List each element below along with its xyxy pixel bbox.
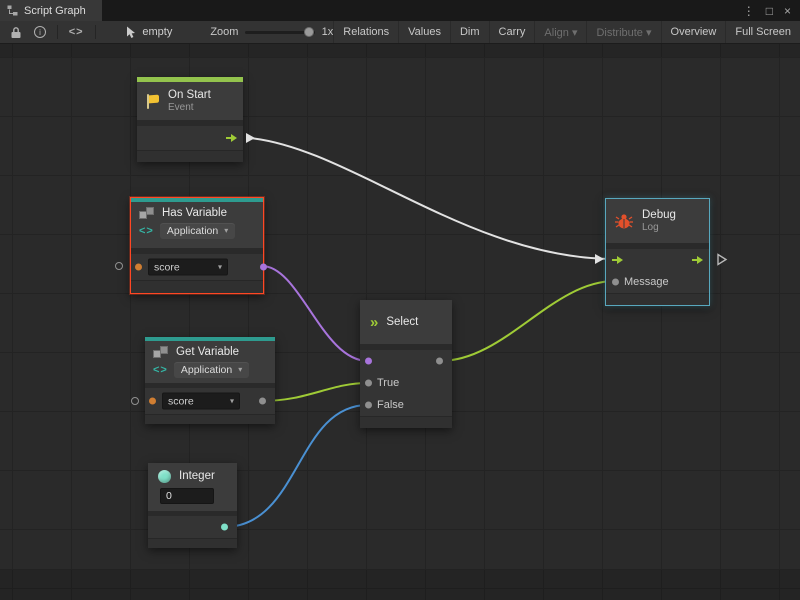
message-label: Message: [624, 276, 669, 288]
selection-output-port[interactable]: [436, 358, 443, 365]
wire-start-arrow: [246, 133, 255, 143]
toolbar-separator: [57, 25, 58, 39]
graph-toolbar: i <> empty Zoom 1x Relations Values Dim …: [0, 21, 800, 44]
node-select[interactable]: » Select True False: [360, 300, 452, 428]
variable-boxes-icon: [153, 346, 170, 359]
value-output-port[interactable]: [221, 524, 228, 531]
wire-end-arrow: [595, 254, 604, 264]
maximize-icon[interactable]: □: [766, 5, 773, 17]
variable-name-input-port[interactable]: [149, 398, 156, 405]
node-title: Debug: [642, 208, 676, 222]
window-controls: ⋮ □ ×: [743, 0, 800, 21]
overview-button[interactable]: Overview: [661, 21, 726, 43]
variable-name-input-port[interactable]: [135, 264, 142, 271]
selection-label: empty: [142, 26, 172, 38]
node-subtitle: Log: [642, 222, 676, 234]
title-bar: Script Graph ⋮ □ ×: [0, 0, 800, 21]
flow-output-port[interactable]: [692, 256, 703, 264]
node-title: Select: [386, 315, 418, 329]
condition-input-port[interactable]: [365, 358, 372, 365]
lock-icon[interactable]: [4, 21, 28, 43]
values-button[interactable]: Values: [398, 21, 450, 43]
result-output-port[interactable]: [260, 264, 267, 271]
continue-flow-outline-arrow: [716, 253, 728, 266]
node-title: Integer: [179, 469, 215, 483]
kebab-menu-icon[interactable]: ⋮: [743, 5, 755, 17]
cursor-icon: [126, 26, 137, 39]
variable-name-value: score: [154, 261, 180, 273]
toolbar-buttons: Relations Values Dim Carry Align ▾ Distr…: [333, 21, 800, 43]
zoom-slider[interactable]: [245, 31, 314, 34]
node-integer[interactable]: Integer 0: [148, 463, 237, 548]
integer-value: 0: [166, 490, 172, 502]
node-footer: [145, 414, 275, 424]
node-footer: [137, 150, 243, 162]
node-subtitle: Event: [168, 102, 211, 114]
true-input-port[interactable]: [365, 380, 372, 387]
variable-name-dropdown[interactable]: score ▾: [162, 393, 240, 410]
integer-value-input[interactable]: 0: [160, 488, 214, 504]
dim-button[interactable]: Dim: [450, 21, 489, 43]
zoom-slider-knob[interactable]: [304, 27, 314, 37]
node-footer: [148, 538, 237, 548]
zoom-value: 1x: [322, 26, 334, 38]
zoom-label: Zoom: [210, 26, 238, 38]
node-title: Has Variable: [162, 206, 227, 220]
unconnected-input-ring[interactable]: [131, 397, 139, 405]
code-view-icon[interactable]: <>: [63, 21, 90, 43]
tab-title: Script Graph: [24, 5, 86, 17]
toolbar-separator: [95, 25, 96, 39]
integer-icon: [158, 470, 171, 483]
variable-name-value: score: [168, 395, 194, 407]
node-get-variable[interactable]: Get Variable <> Application ▾ score ▾: [145, 337, 275, 424]
flow-output-port[interactable]: [226, 134, 237, 142]
carry-button[interactable]: Carry: [489, 21, 535, 43]
select-icon: »: [370, 315, 378, 330]
scope-dropdown[interactable]: Application ▾: [174, 362, 249, 378]
canvas-top-edge: [0, 44, 800, 57]
selection-indicator: empty: [126, 26, 172, 39]
node-footer: [131, 280, 263, 293]
tab-script-graph[interactable]: Script Graph: [0, 0, 102, 21]
info-glyph: i: [34, 26, 46, 38]
scope-value: Application: [167, 225, 218, 237]
close-icon[interactable]: ×: [784, 5, 791, 17]
node-footer: [606, 293, 709, 305]
chevron-down-icon: ▾: [218, 227, 228, 235]
scope-value: Application: [181, 364, 232, 376]
align-button: Align ▾: [534, 21, 586, 43]
scope-dropdown[interactable]: Application ▾: [160, 223, 235, 239]
variable-name-dropdown[interactable]: score ▾: [148, 259, 228, 276]
node-has-variable[interactable]: Has Variable <> Application ▾ score ▾: [130, 197, 264, 294]
node-on-start[interactable]: On Start Event: [137, 77, 243, 162]
relations-button[interactable]: Relations: [333, 21, 398, 43]
variable-boxes-icon: [139, 207, 156, 220]
flow-input-port[interactable]: [612, 256, 623, 264]
message-input-port[interactable]: [612, 279, 619, 286]
node-title: Get Variable: [176, 345, 239, 359]
false-label: False: [377, 399, 404, 411]
info-icon[interactable]: i: [28, 21, 52, 43]
false-input-port[interactable]: [365, 402, 372, 409]
canvas-bottom-edge: [0, 569, 800, 600]
unconnected-input-ring[interactable]: [115, 262, 123, 270]
chevron-down-icon: ▾: [232, 366, 242, 374]
node-debug-log[interactable]: Debug Log Message: [605, 198, 710, 306]
node-footer: [360, 416, 452, 428]
true-label: True: [377, 377, 399, 389]
distribute-button: Distribute ▾: [586, 21, 660, 43]
flag-icon: [146, 94, 160, 109]
graph-icon: [7, 5, 18, 16]
code-icon: <>: [153, 364, 168, 376]
node-title: On Start: [168, 88, 211, 102]
bug-icon: [614, 213, 634, 230]
chevron-down-icon: ▾: [212, 263, 222, 271]
chevron-down-icon: ▾: [224, 397, 234, 405]
full-screen-button[interactable]: Full Screen: [725, 21, 800, 43]
code-icon: <>: [139, 225, 154, 237]
value-output-port[interactable]: [259, 398, 266, 405]
